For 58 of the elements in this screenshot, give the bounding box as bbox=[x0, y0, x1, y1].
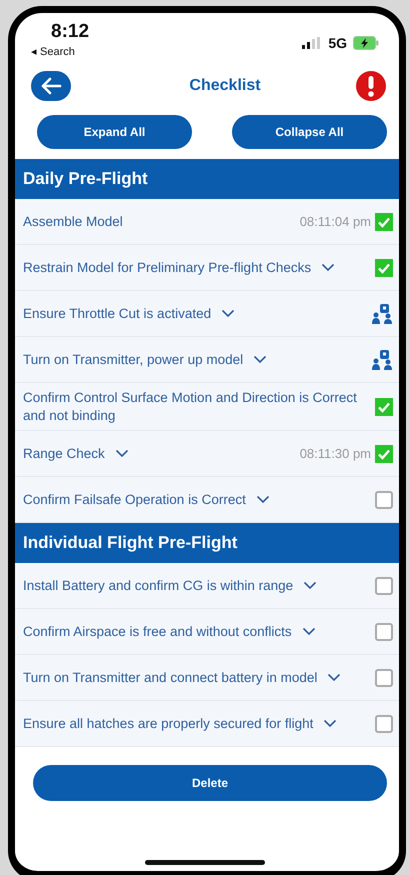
checklist-row[interactable]: Install Battery and confirm CG is within range bbox=[15, 563, 399, 610]
checklist-row[interactable]: Confirm Airspace is free and without conflicts bbox=[15, 609, 399, 656]
chevron-down-icon[interactable] bbox=[114, 449, 129, 458]
back-to-search-link[interactable]: ◂ Search bbox=[31, 45, 90, 58]
item-label: Restrain Model for Preliminary Pre-flight Checks bbox=[23, 258, 312, 276]
battery-charging-icon bbox=[353, 36, 379, 50]
chevron-down-icon[interactable] bbox=[321, 262, 336, 272]
checklist-row[interactable]: Ensure all hatches are properly secured for flight bbox=[15, 701, 399, 748]
checklist-row[interactable]: Turn on Transmitter and connect battery in model bbox=[15, 655, 399, 702]
people-icon[interactable] bbox=[371, 302, 393, 324]
chevron-down-icon[interactable] bbox=[253, 354, 268, 364]
checkbox[interactable] bbox=[375, 212, 393, 230]
item-label: Install Battery and confirm CG is within range bbox=[23, 576, 294, 594]
expand-all-button[interactable]: Expand All bbox=[37, 115, 192, 149]
completion-time: 08:11:30 pm bbox=[300, 446, 371, 462]
checkbox[interactable] bbox=[375, 622, 393, 641]
people-icon[interactable] bbox=[371, 348, 393, 370]
item-label: Range Check bbox=[23, 444, 105, 462]
left-arrow-icon bbox=[40, 77, 62, 95]
item-label: Assemble Model bbox=[23, 212, 123, 230]
checkbox[interactable] bbox=[375, 490, 393, 509]
item-label: Ensure all hatches are properly secured for flight bbox=[23, 714, 314, 732]
checklist-row[interactable]: Range Check 08:11:30 pm bbox=[15, 431, 399, 478]
section-header: Daily Pre-Flight bbox=[15, 159, 399, 199]
checkbox[interactable] bbox=[375, 576, 393, 595]
checklist-row[interactable]: Ensure Throttle Cut is activated bbox=[15, 291, 399, 337]
collapse-all-button[interactable]: Collapse All bbox=[232, 115, 387, 149]
delete-button[interactable]: Delete bbox=[33, 765, 387, 802]
checkbox[interactable] bbox=[375, 258, 393, 276]
checkbox[interactable] bbox=[375, 668, 393, 687]
back-button[interactable] bbox=[31, 71, 71, 101]
alert-icon[interactable] bbox=[354, 70, 387, 102]
page-title: Checklist bbox=[189, 77, 261, 95]
completion-time: 08:11:04 pm bbox=[300, 214, 371, 229]
checkbox[interactable] bbox=[375, 398, 393, 416]
signal-icon bbox=[302, 37, 322, 49]
checklist-row[interactable]: Turn on Transmitter, power up model bbox=[15, 337, 399, 383]
checkbox[interactable] bbox=[375, 444, 393, 463]
chevron-down-icon[interactable] bbox=[256, 495, 270, 504]
item-label: Confirm Control Surface Motion and Direction is Correct and not binding bbox=[23, 389, 358, 424]
checkbox[interactable] bbox=[375, 714, 393, 733]
chevron-down-icon[interactable] bbox=[302, 627, 316, 636]
item-label: Confirm Airspace is free and without conflicts bbox=[23, 622, 292, 640]
chevron-down-icon[interactable] bbox=[303, 581, 318, 590]
chevron-down-icon[interactable] bbox=[327, 673, 342, 682]
chevron-down-icon[interactable] bbox=[221, 308, 236, 318]
checklist-row[interactable]: Restrain Model for Preliminary Pre-flight Checks bbox=[15, 245, 399, 291]
checklist-row[interactable]: Confirm Failsafe Operation is Correct bbox=[15, 477, 399, 524]
network-label: 5G bbox=[328, 35, 347, 51]
item-label: Ensure Throttle Cut is activated bbox=[23, 304, 212, 322]
status-time: 8:12 bbox=[50, 21, 90, 43]
chevron-down-icon[interactable] bbox=[323, 719, 338, 728]
item-label: Turn on Transmitter, power up model bbox=[23, 350, 244, 368]
item-label: Confirm Failsafe Operation is Correct bbox=[23, 490, 246, 508]
section-header: Individual Flight Pre-Flight bbox=[15, 523, 399, 564]
item-label: Turn on Transmitter and connect battery in model bbox=[23, 668, 318, 686]
checklist-row[interactable]: Assemble Model 08:11:04 pm bbox=[15, 199, 399, 245]
checklist-row[interactable]: Confirm Control Surface Motion and Direction is Correct and not binding bbox=[15, 383, 399, 432]
